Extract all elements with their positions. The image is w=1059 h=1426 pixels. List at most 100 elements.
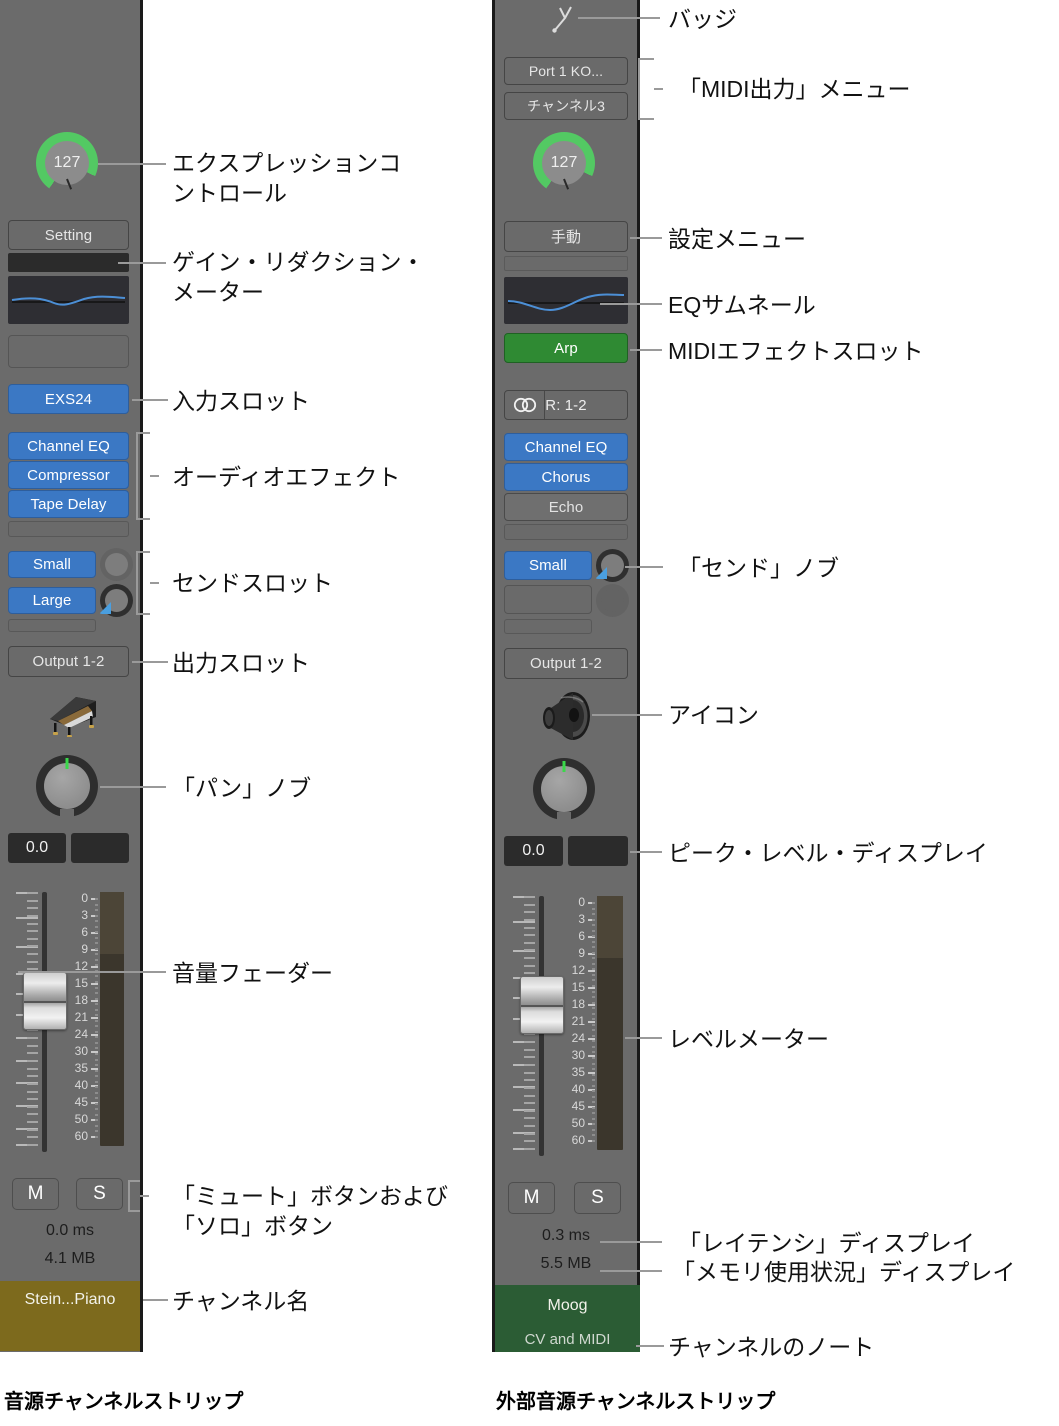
level-scale-label: 15 [74,976,88,990]
mute-button[interactable]: M [508,1182,555,1214]
level-scale: 0 3 6 9 12 15 18 21 24 30 35 40 45 50 60 [60,892,98,1152]
fader-minor-tick [524,926,535,929]
level-scale-minor-dash [592,979,595,982]
level-scale-minor-dash [95,1130,98,1133]
expression-control-knob[interactable]: 127 [533,132,595,194]
pan-knob[interactable] [533,758,595,822]
pan-knob[interactable] [36,755,98,819]
level-scale-minor-dash [592,957,595,960]
solo-button[interactable]: S [574,1182,621,1214]
send-slot-1[interactable]: Small [504,551,592,580]
audio-effect-slot-1[interactable]: Channel EQ [8,432,129,460]
volume-value-display[interactable]: 0.0 [504,836,563,866]
level-scale-label: 18 [74,993,88,1007]
send-slot-2[interactable] [504,585,592,614]
send-slot-2[interactable]: Large [8,587,96,614]
level-scale-minor-dash [592,1007,595,1010]
level-scale-minor-dash [95,953,98,956]
send-slot-1[interactable]: Small [8,551,96,578]
audio-effect-slot-2[interactable]: Compressor [8,461,129,489]
caption-left: 音源チャンネルストリップ [4,1391,244,1413]
level-scale-dash [588,1021,595,1023]
level-scale-dash [588,987,595,989]
level-scale-minor-dash [592,1079,595,1082]
level-scale-label: 6 [81,925,88,939]
audio-effect-slot-3[interactable]: Tape Delay [8,490,129,518]
send-knob-2[interactable] [596,584,629,617]
send-empty-slot[interactable] [504,619,592,634]
level-scale-label: 21 [571,1014,585,1028]
setting-menu[interactable]: Setting [8,220,129,250]
fader-minor-tick [524,1140,535,1143]
expression-control-knob[interactable]: 127 [36,132,98,194]
leader-line-channel-note [636,1345,664,1347]
fader-minor-tick [524,949,535,952]
level-scale-minor-dash [592,1068,595,1071]
level-scale-minor-dash [95,925,98,928]
bracket-nub [140,1195,149,1197]
audio-effect-slot-1[interactable]: Channel EQ [504,433,628,461]
level-scale-minor-dash [95,1075,98,1078]
speaker-icon[interactable] [533,690,599,744]
leader-line-level-meter [625,1037,662,1039]
level-scale-minor-dash [592,1134,595,1137]
send-empty-slot[interactable] [8,619,96,632]
setting-menu[interactable]: 手動 [504,221,628,252]
volume-value-display[interactable]: 0.0 [8,833,66,863]
fader-minor-tick [524,918,535,921]
fader-minor-tick [524,1079,535,1082]
eq-curve-icon [507,293,625,312]
fader-minor-tick [524,1125,535,1128]
memory-usage-display: 4.1 MB [44,1250,96,1267]
mute-button[interactable]: M [12,1178,59,1210]
level-scale-minor-dash [592,1062,595,1065]
send-knob-1[interactable] [100,548,133,581]
audio-effect-empty-slot[interactable] [8,521,129,537]
level-scale-label: 40 [571,1082,585,1096]
input-slot[interactable]: EXS24 [8,384,129,414]
fader-minor-tick [524,934,535,937]
empty-slot[interactable] [8,335,129,368]
level-scale-minor-dash [95,931,98,934]
annotation-latency-display: 「レイテンシ」ディスプレイ [678,1230,975,1256]
tuning-fork-badge-icon[interactable] [548,4,582,34]
leader-line-setting-menu [630,237,662,239]
channel-name-field[interactable]: Stein...Piano [0,1281,140,1320]
peak-level-display[interactable] [71,833,129,863]
midi-output-channel-menu[interactable]: チャンネル3 [504,92,628,120]
channel-name-field[interactable]: Moog [495,1285,640,1327]
output-slot[interactable]: Output 1-2 [8,646,129,677]
channel-note-field[interactable]: CV and MIDI [495,1326,640,1352]
level-scale-minor-dash [592,1106,595,1109]
annotation-midi-effect-slot: MIDIエフェクトスロット [668,338,924,364]
fader-minor-tick [27,899,38,902]
level-scale-label: 60 [571,1133,585,1147]
annotation-gain-reduction-meter: ゲイン・リダクション・ メーター [172,249,425,306]
solo-button[interactable]: S [76,1178,123,1210]
audio-effect-slot-3[interactable]: Echo [504,493,628,521]
caption-right: 外部音源チャンネルストリップ [496,1391,776,1413]
fader-minor-tick [27,1044,38,1047]
fader-zone: 0 3 6 9 12 15 18 21 24 30 35 40 45 50 60 [0,892,143,1162]
fader-minor-tick [27,960,38,963]
leader-line-send-knob [625,566,663,568]
input-format-row[interactable]: R: 1-2 [504,390,628,420]
fader-minor-tick [27,1067,38,1070]
fader-minor-tick [524,1086,535,1089]
eq-thumbnail[interactable] [8,276,129,324]
peak-level-display[interactable] [568,836,628,866]
level-scale-minor-dash [95,997,98,1000]
midi-effect-slot[interactable]: Arp [504,333,628,363]
annotation-level-meter: レベルメーター [668,1026,829,1052]
audio-effect-empty-slot[interactable] [504,524,628,540]
output-slot[interactable]: Output 1-2 [504,648,628,679]
channel-note-field[interactable] [0,1319,140,1351]
midi-output-port-menu[interactable]: Port 1 KO... [504,57,628,85]
annotation-icon: アイコン [668,702,759,728]
send-knob-2[interactable] [99,584,133,617]
grand-piano-icon[interactable] [40,687,102,738]
annotation-peak-level-display: ピーク・レベル・ディスプレイ [668,840,988,866]
eq-thumbnail[interactable] [504,277,628,324]
level-scale-minor-dash [95,981,98,984]
audio-effect-slot-2[interactable]: Chorus [504,463,628,491]
